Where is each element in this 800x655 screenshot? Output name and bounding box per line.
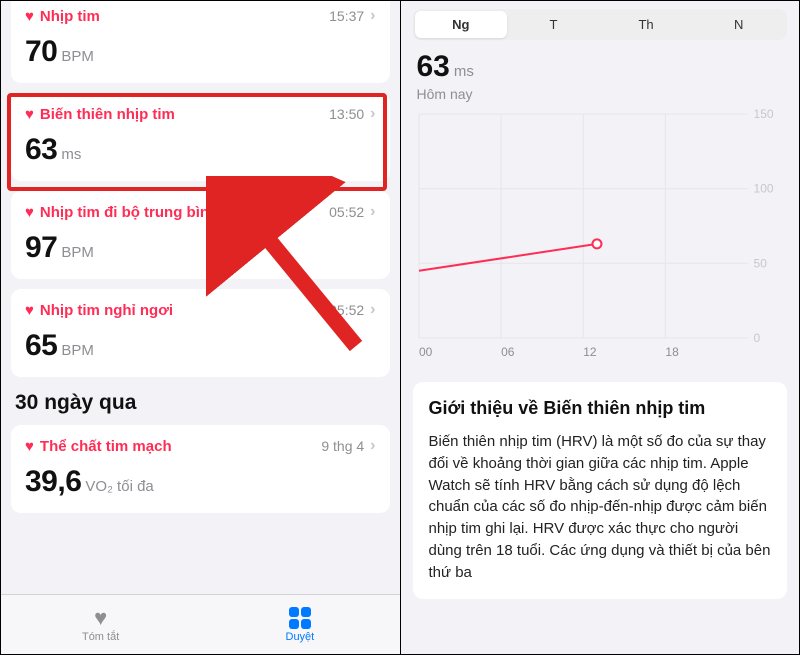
segment-year[interactable]: N bbox=[692, 11, 785, 38]
tab-label: Tóm tắt bbox=[82, 631, 119, 643]
heart-icon: ♥ bbox=[25, 107, 34, 122]
svg-text:06: 06 bbox=[501, 345, 515, 359]
segment-month[interactable]: Th bbox=[600, 11, 693, 38]
chevron-right-icon: › bbox=[370, 301, 375, 319]
card-value: 97 bbox=[25, 231, 57, 265]
hero-unit: ms bbox=[454, 63, 474, 80]
card-title: Nhịp tim nghỉ ngơi bbox=[40, 302, 173, 319]
card-value: 70 bbox=[25, 35, 57, 69]
card-hrv[interactable]: ♥ Biến thiên nhịp tim 13:50 › 63 ms bbox=[11, 93, 390, 181]
svg-text:0: 0 bbox=[753, 331, 760, 345]
card-unit: BPM bbox=[61, 342, 94, 359]
tab-browse[interactable]: Duyệt bbox=[200, 595, 399, 654]
time-range-segment[interactable]: Ng T Th N bbox=[413, 9, 788, 40]
card-unit: VO₂ tối đa bbox=[85, 478, 153, 495]
tab-bar: ♥ Tóm tắt Duyệt bbox=[1, 594, 400, 654]
svg-text:100: 100 bbox=[753, 182, 773, 196]
heart-icon: ♥ bbox=[25, 205, 34, 220]
info-title: Giới thiệu về Biến thiên nhịp tim bbox=[429, 398, 772, 419]
card-resting-hr[interactable]: ♥ Nhịp tim nghỉ ngơi 05:52 › 65 BPM bbox=[11, 289, 390, 377]
tab-label: Duyệt bbox=[286, 631, 315, 643]
heart-icon: ♥ bbox=[25, 303, 34, 318]
chevron-right-icon: › bbox=[370, 437, 375, 455]
card-time: 9 thg 4 bbox=[321, 438, 364, 454]
heart-filled-icon: ♥ bbox=[94, 607, 107, 629]
card-unit: BPM bbox=[61, 244, 94, 261]
card-time: 15:37 bbox=[329, 8, 364, 24]
card-time: 05:52 bbox=[329, 204, 364, 220]
svg-text:12: 12 bbox=[583, 345, 597, 359]
card-value: 65 bbox=[25, 329, 57, 363]
heart-icon: ♥ bbox=[25, 439, 34, 454]
card-value: 39,6 bbox=[25, 465, 81, 499]
card-unit: BPM bbox=[61, 48, 94, 65]
hero-summary: 63 ms Hôm nay bbox=[401, 50, 800, 108]
card-walking-hr[interactable]: ♥ Nhịp tim đi bộ trung bình 05:52 › 97 B… bbox=[11, 191, 390, 279]
segment-week[interactable]: T bbox=[507, 11, 600, 38]
tab-summary[interactable]: ♥ Tóm tắt bbox=[1, 595, 200, 654]
card-unit: ms bbox=[61, 146, 81, 163]
heart-icon: ♥ bbox=[25, 9, 34, 24]
card-time: 05:52 bbox=[329, 302, 364, 318]
grid-icon bbox=[289, 607, 311, 629]
card-cardio-fitness[interactable]: ♥ Thể chất tim mạch 9 thg 4 › 39,6 VO₂ t… bbox=[11, 425, 390, 513]
hrv-chart[interactable]: 0 50 100 150 00 06 12 18 bbox=[413, 108, 788, 368]
section-heading: 30 ngày qua bbox=[15, 391, 386, 415]
card-heart-rate[interactable]: ♥ Nhịp tim 15:37 › 70 BPM bbox=[11, 1, 390, 83]
card-value: 63 bbox=[25, 133, 57, 167]
chevron-right-icon: › bbox=[370, 7, 375, 25]
card-title: Biến thiên nhịp tim bbox=[40, 106, 175, 123]
scroll-area: ♥ Nhịp tim 15:37 › 70 BPM ♥ bbox=[1, 1, 400, 594]
svg-text:150: 150 bbox=[753, 108, 773, 121]
segment-day[interactable]: Ng bbox=[415, 11, 508, 38]
svg-text:50: 50 bbox=[753, 256, 767, 270]
info-card: Giới thiệu về Biến thiên nhịp tim Biến t… bbox=[413, 382, 788, 599]
svg-text:00: 00 bbox=[418, 345, 432, 359]
card-title: Nhịp tim đi bộ trung bình bbox=[40, 204, 218, 221]
info-body: Biến thiên nhịp tim (HRV) là một số đo c… bbox=[429, 431, 772, 583]
card-time: 13:50 bbox=[329, 106, 364, 122]
chevron-right-icon: › bbox=[370, 105, 375, 123]
svg-text:18: 18 bbox=[665, 345, 679, 359]
health-list-pane: ♥ Nhịp tim 15:37 › 70 BPM ♥ bbox=[1, 1, 401, 654]
hero-value: 63 bbox=[417, 50, 450, 84]
chevron-right-icon: › bbox=[370, 203, 375, 221]
hero-subtitle: Hôm nay bbox=[417, 86, 784, 102]
card-title: Thể chất tim mạch bbox=[40, 438, 172, 455]
card-title: Nhịp tim bbox=[40, 8, 100, 25]
hrv-detail-pane: Ng T Th N 63 ms Hôm nay 0 50 100 150 00 06 12 1… bbox=[401, 1, 800, 654]
line-chart-svg: 0 50 100 150 00 06 12 18 bbox=[413, 108, 788, 368]
